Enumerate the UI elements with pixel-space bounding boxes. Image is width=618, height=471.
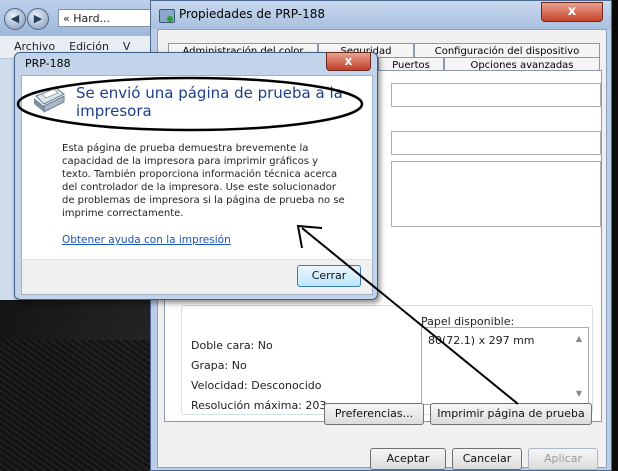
annotation-overlay — [16, 76, 519, 405]
annotation-arrow-line — [301, 227, 519, 405]
annotation-arrow-head — [296, 224, 323, 249]
annotation-ellipse — [16, 76, 364, 132]
